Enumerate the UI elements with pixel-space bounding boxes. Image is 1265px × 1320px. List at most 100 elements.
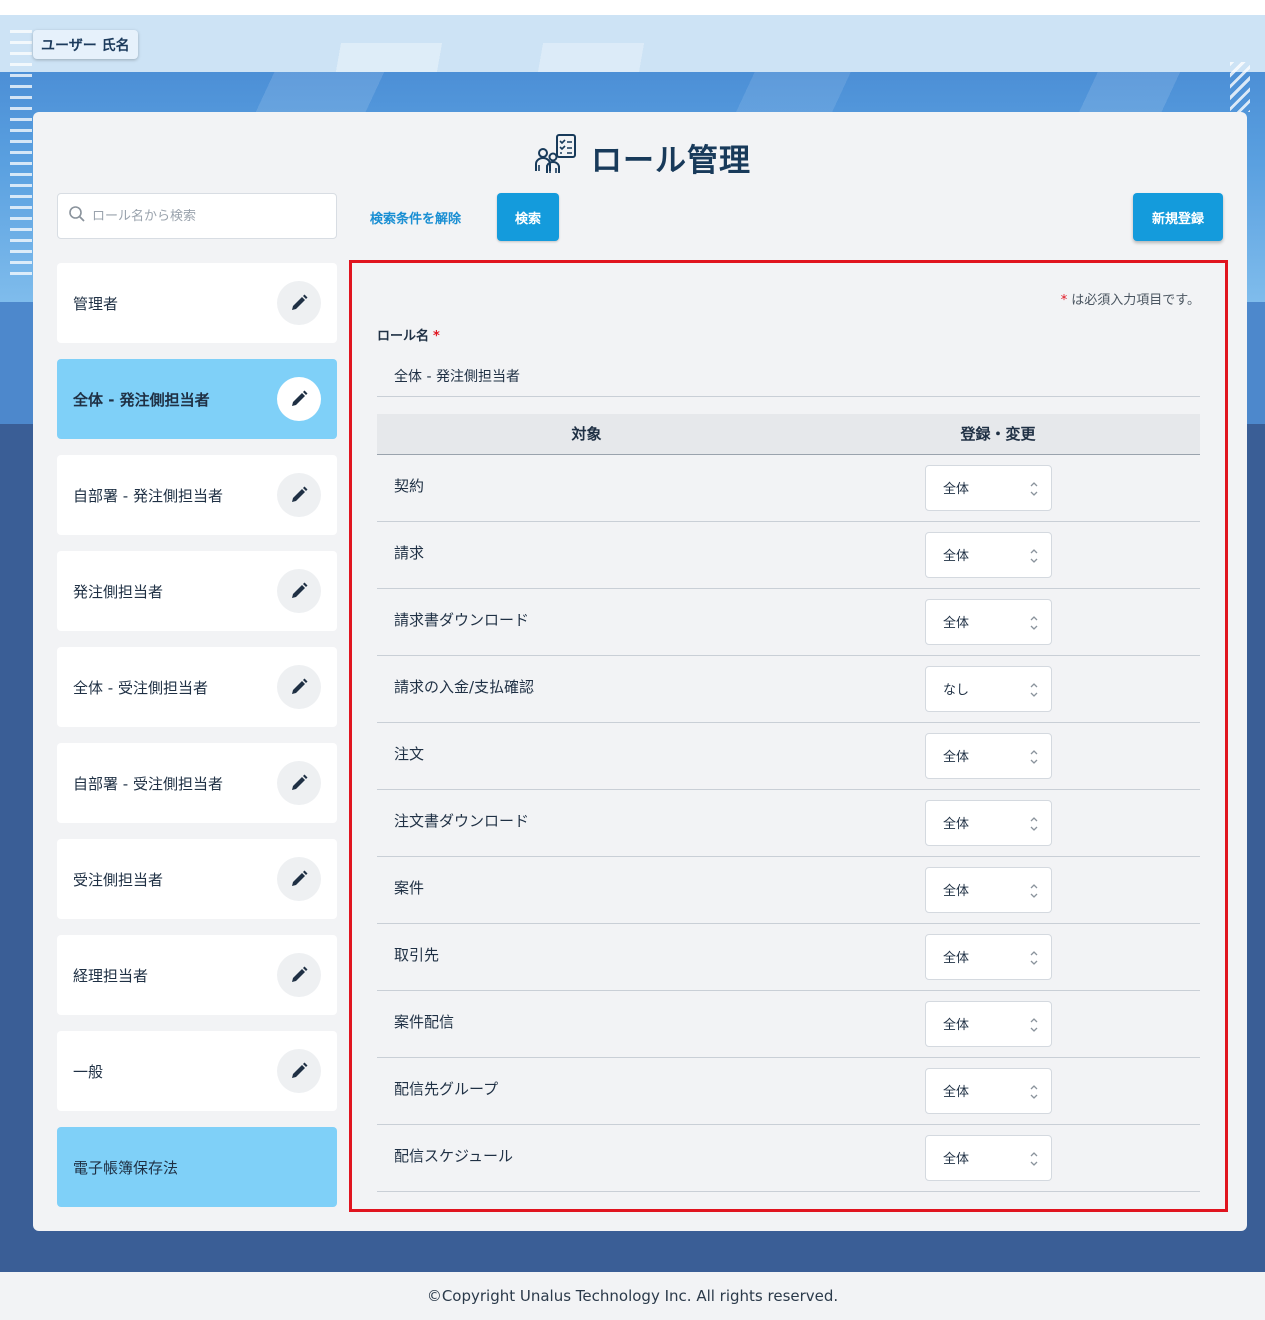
- role-item-e-book-law[interactable]: 電子帳簿保存法: [57, 1127, 337, 1207]
- edit-role-button[interactable]: [277, 953, 321, 997]
- role-item-label: 電子帳簿保存法: [73, 1158, 179, 1177]
- edit-role-button[interactable]: [277, 761, 321, 805]
- edit-role-button[interactable]: [277, 857, 321, 901]
- permission-select-cell: なし: [796, 655, 1200, 723]
- permission-target-label: 配信スケジュール: [377, 1124, 796, 1192]
- pencil-icon: [292, 966, 308, 982]
- team-checklist-icon: [533, 133, 579, 181]
- chevron-up-down-icon: [1030, 950, 1038, 965]
- edit-role-button[interactable]: [277, 1049, 321, 1093]
- role-item-admin[interactable]: 管理者: [57, 263, 337, 343]
- edit-role-button[interactable]: [277, 665, 321, 709]
- permission-target-label: 請求書ダウンロード: [377, 588, 796, 656]
- role-item-general[interactable]: 一般: [57, 1031, 337, 1111]
- permission-select[interactable]: 全体: [925, 1067, 1052, 1114]
- permission-select[interactable]: 全体: [925, 531, 1052, 578]
- pencil-icon: [292, 1062, 308, 1078]
- edit-role-button[interactable]: [277, 281, 321, 325]
- permission-target-label: 案件: [377, 856, 796, 924]
- column-header-target: 対象: [377, 414, 796, 455]
- role-item-orderer[interactable]: 発注側担当者: [57, 551, 337, 631]
- pencil-icon: [292, 678, 308, 694]
- role-item-label: 自部署 - 発注側担当者: [73, 486, 223, 505]
- chevron-up-down-icon: [1030, 1084, 1038, 1099]
- permission-select[interactable]: 全体: [925, 732, 1052, 779]
- permission-select[interactable]: 全体: [925, 1134, 1052, 1181]
- permission-select-value: 全体: [943, 482, 970, 497]
- chevron-up-down-icon: [1030, 682, 1038, 697]
- chevron-up-down-icon: [1030, 481, 1038, 496]
- permission-select-cell: 全体: [796, 722, 1200, 790]
- table-row: 案件配信 全体: [377, 990, 1200, 1058]
- permission-select-cell: 全体: [796, 588, 1200, 656]
- permission-select-cell: 全体: [796, 789, 1200, 857]
- permission-select[interactable]: 全体: [925, 933, 1052, 980]
- pencil-icon: [292, 390, 308, 406]
- chevron-up-down-icon: [1030, 1017, 1038, 1032]
- permission-select[interactable]: 全体: [925, 799, 1052, 846]
- permission-select[interactable]: 全体: [925, 1000, 1052, 1047]
- permission-select-cell: 全体: [796, 990, 1200, 1058]
- permission-select[interactable]: 全体: [925, 866, 1052, 913]
- role-item-label: 経理担当者: [73, 966, 149, 985]
- permission-select-value: 全体: [943, 1018, 970, 1033]
- table-row: 注文書ダウンロード 全体: [377, 789, 1200, 857]
- permission-select-value: 全体: [943, 616, 970, 631]
- user-name-badge[interactable]: ユーザー 氏名: [33, 30, 138, 59]
- edit-role-button[interactable]: [277, 569, 321, 613]
- clear-search-link[interactable]: 検索条件を解除: [370, 208, 461, 227]
- permission-select-value: 全体: [943, 1085, 970, 1100]
- role-item-dept-orderer[interactable]: 自部署 - 発注側担当者: [57, 455, 337, 535]
- pencil-icon: [292, 486, 308, 502]
- permission-select-cell: 全体: [796, 454, 1200, 522]
- permission-select-value: なし: [943, 683, 970, 698]
- role-item-label: 一般: [73, 1062, 104, 1081]
- permission-select-cell: 全体: [796, 1057, 1200, 1125]
- table-row: 請求の入金/支払確認 なし: [377, 655, 1200, 723]
- pencil-icon: [292, 582, 308, 598]
- chevron-up-down-icon: [1030, 816, 1038, 831]
- role-item-label: 受注側担当者: [73, 870, 164, 889]
- permission-select-cell: 全体: [796, 856, 1200, 924]
- role-edit-panel: * は必須入力項目です。 ロール名 * 全体 - 発注側担当者 対象 登録・変更 契…: [349, 260, 1228, 1212]
- edit-role-button[interactable]: [277, 377, 321, 421]
- role-item-accounting[interactable]: 経理担当者: [57, 935, 337, 1015]
- permission-select-value: 全体: [943, 951, 970, 966]
- table-row: 契約 全体: [377, 454, 1200, 522]
- pencil-icon: [292, 294, 308, 310]
- role-list: 管理者 全体 - 発注側担当者 自部署 - 発注側担当者 発注側担当者 全体 -…: [57, 263, 337, 1223]
- search-box[interactable]: [57, 193, 337, 239]
- role-item-all-orderer[interactable]: 全体 - 発注側担当者: [57, 359, 337, 439]
- role-item-all-contractor[interactable]: 全体 - 受注側担当者: [57, 647, 337, 727]
- edit-role-button[interactable]: [277, 473, 321, 517]
- permission-target-label: 案件配信: [377, 990, 796, 1058]
- required-note: * は必須入力項目です。: [1060, 293, 1200, 308]
- permission-select-value: 全体: [943, 549, 970, 564]
- role-name-field[interactable]: 全体 - 発注側担当者: [377, 355, 1200, 397]
- chevron-up-down-icon: [1030, 615, 1038, 630]
- permission-select-cell: 全体: [796, 521, 1200, 589]
- search-button[interactable]: 検索: [497, 193, 559, 241]
- table-row: 配信先グループ 全体: [377, 1057, 1200, 1125]
- page-title: ロール管理: [591, 142, 751, 179]
- permission-target-label: 注文: [377, 722, 796, 790]
- role-item-label: 全体 - 発注側担当者: [73, 390, 210, 409]
- chevron-up-down-icon: [1030, 749, 1038, 764]
- role-item-contractor[interactable]: 受注側担当者: [57, 839, 337, 919]
- pencil-icon: [292, 774, 308, 790]
- permission-select[interactable]: 全体: [925, 464, 1052, 511]
- permission-target-label: 請求: [377, 521, 796, 589]
- new-register-button[interactable]: 新規登録: [1133, 193, 1223, 241]
- chevron-up-down-icon: [1030, 1151, 1038, 1166]
- permission-select-value: 全体: [943, 1152, 970, 1167]
- search-icon: [68, 205, 86, 227]
- permission-select[interactable]: 全体: [925, 598, 1052, 645]
- permission-select[interactable]: なし: [925, 665, 1052, 712]
- footer-copyright: ©Copyright Unalus Technology Inc. All ri…: [0, 1272, 1265, 1320]
- role-item-dept-contractor[interactable]: 自部署 - 受注側担当者: [57, 743, 337, 823]
- column-header-register: 登録・変更: [796, 414, 1200, 455]
- role-search-input[interactable]: [92, 208, 322, 224]
- table-row: 取引先 全体: [377, 923, 1200, 991]
- permission-select-value: 全体: [943, 750, 970, 765]
- permission-target-label: 配信先グループ: [377, 1057, 796, 1125]
